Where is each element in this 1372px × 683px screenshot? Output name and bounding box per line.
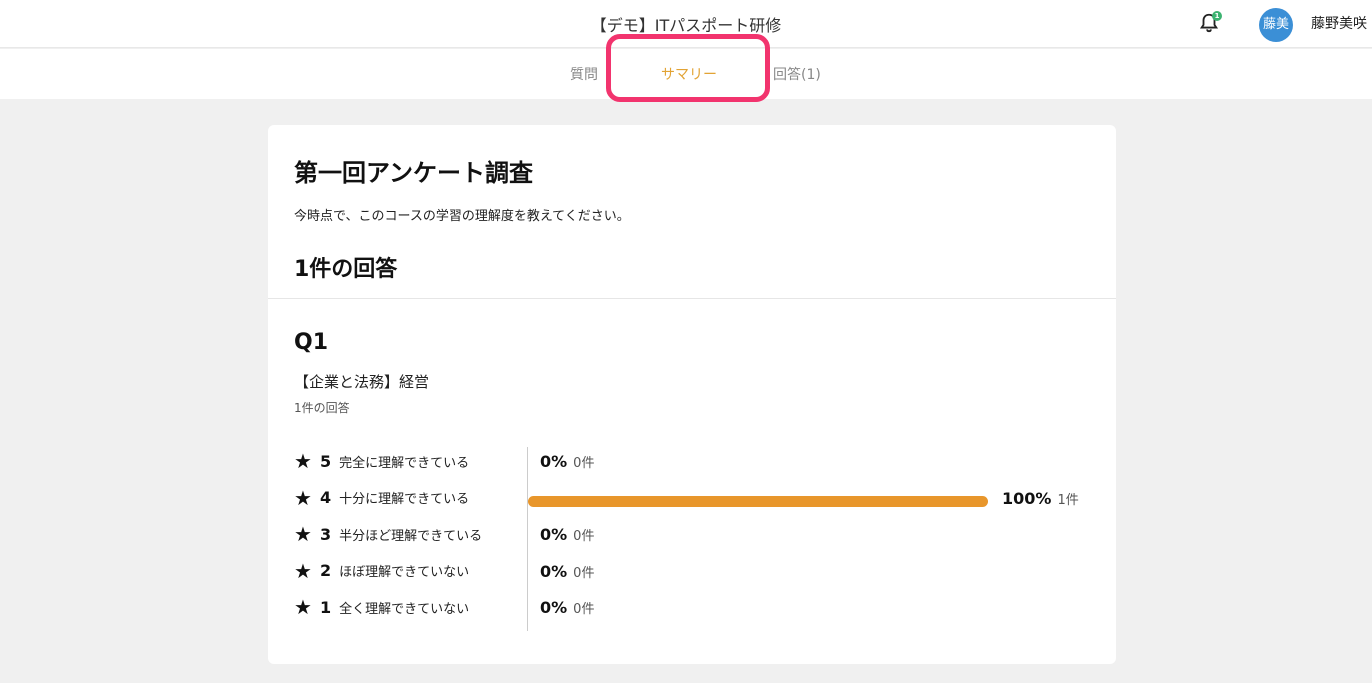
star-icon: ★ xyxy=(294,522,312,546)
star-icon: ★ xyxy=(294,558,312,583)
rating-percent: 0% xyxy=(540,525,568,544)
rating-score: 4 xyxy=(319,488,332,507)
star-icon: ★ xyxy=(294,595,312,619)
rating-score: 1 xyxy=(319,597,332,617)
rating-percent: 0% xyxy=(540,561,568,581)
avatar[interactable]: 藤美 xyxy=(1259,8,1293,42)
rating-percent: 0% xyxy=(540,598,568,617)
rating-value: 0% 0件 xyxy=(540,598,594,617)
rating-count: 0件 xyxy=(573,565,595,581)
question-number: Q1 xyxy=(294,330,329,355)
star-icon: ★ xyxy=(294,485,312,510)
rating-row: ★ 4 十分に理解できている 100% 1件 xyxy=(294,484,1094,521)
divider xyxy=(268,298,1116,299)
rating-score: 5 xyxy=(319,451,332,471)
rating-row: ★ 2 ほぼ理解できていない 0% 0件 xyxy=(294,557,1094,594)
rating-count: 1件 xyxy=(1057,492,1079,508)
rating-count: 0件 xyxy=(573,456,595,471)
rating-percent: 100% xyxy=(1002,488,1052,508)
question-response-count: 1件の回答 xyxy=(294,401,350,415)
app-title: 【デモ】ITパスポート研修 xyxy=(590,16,782,35)
survey-description: 今時点で、このコースの学習の理解度を教えてください。 xyxy=(294,209,630,224)
rating-row: ★ 3 半分ほど理解できている 0% 0件 xyxy=(294,520,1094,557)
survey-title: 第一回アンケート調査 xyxy=(294,159,534,187)
rating-value: 100% 1件 xyxy=(1002,489,1079,508)
rating-distribution: ★ 5 完全に理解できている 0% 0件 ★ 4 十分に理解できている 100% 1… xyxy=(294,447,1094,630)
rating-bar xyxy=(528,495,988,507)
tab-responses[interactable]: 回答(1) xyxy=(773,64,821,84)
rating-percent: 0% xyxy=(540,452,568,471)
rating-label: ほぼ理解できていない xyxy=(339,565,470,580)
rating-value: 0% 0件 xyxy=(540,562,594,581)
rating-label: 全く理解できていない xyxy=(339,601,470,617)
tab-questions[interactable]: 質問 xyxy=(570,64,598,84)
notification-badge: 1 xyxy=(1212,11,1222,21)
highlight-annotation xyxy=(606,34,770,102)
rating-score: 3 xyxy=(319,524,332,544)
user-name[interactable]: 藤野美咲 xyxy=(1311,13,1367,33)
rating-value: 0% 0件 xyxy=(540,452,594,471)
rating-count: 0件 xyxy=(573,602,595,617)
rating-label: 十分に理解できている xyxy=(339,492,470,507)
rating-count: 0件 xyxy=(573,529,595,544)
rating-score: 2 xyxy=(319,561,332,580)
response-count: 1件の回答 xyxy=(294,257,398,282)
rating-row: ★ 5 完全に理解できている 0% 0件 xyxy=(294,447,1094,484)
rating-label: 半分ほど理解できている xyxy=(339,528,483,544)
star-icon: ★ xyxy=(294,449,312,473)
summary-card: 第一回アンケート調査 今時点で、このコースの学習の理解度を教えてください。 1件… xyxy=(268,125,1116,664)
rating-value: 0% 0件 xyxy=(540,525,594,544)
rating-label: 完全に理解できている xyxy=(339,455,470,471)
question-title: 【企業と法務】経営 xyxy=(294,373,430,391)
rating-row: ★ 1 全く理解できていない 0% 0件 xyxy=(294,593,1094,630)
